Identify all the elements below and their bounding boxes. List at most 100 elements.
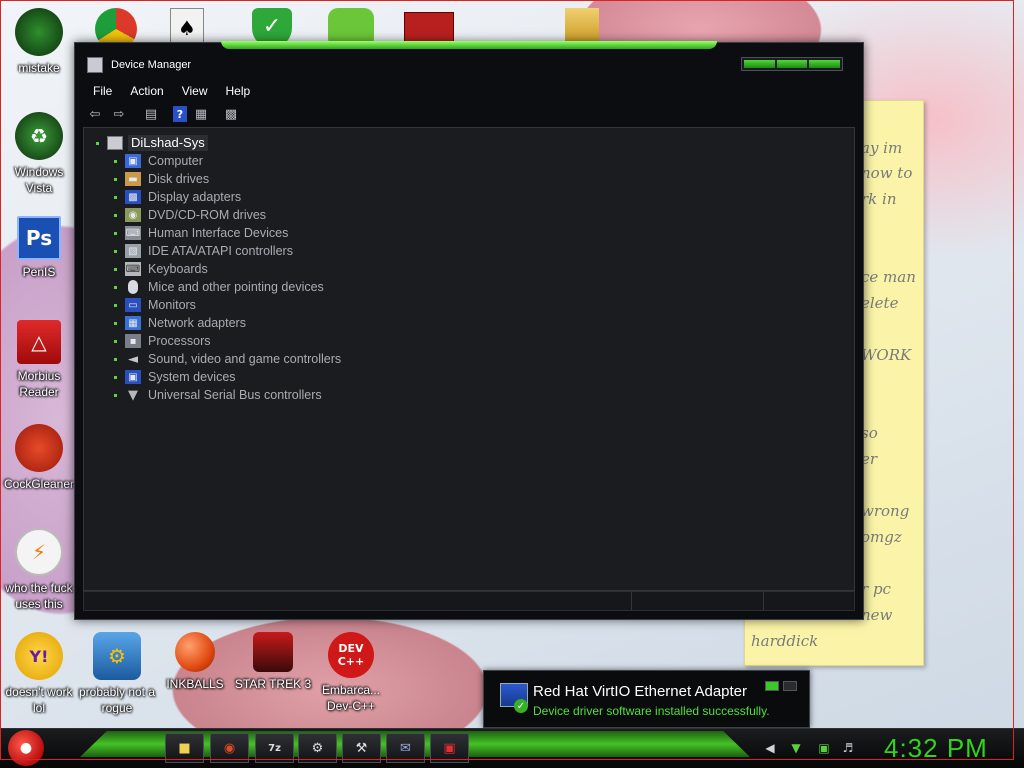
tree-item-monitors[interactable]: ▭ Monitors <box>114 296 196 314</box>
tree-item-computer[interactable]: ▣ Computer <box>114 152 203 170</box>
tree-item-processors[interactable]: ▪ Processors <box>114 332 211 350</box>
speaker-icon: ◄ <box>128 351 138 367</box>
check-icon: ✓ <box>514 699 528 713</box>
maximize-button[interactable] <box>776 60 808 68</box>
help-icon[interactable]: ? <box>173 106 187 122</box>
tree-item-usb[interactable]: ▼ Universal Serial Bus controllers <box>114 386 322 404</box>
status-pane-2 <box>632 592 764 610</box>
desktop-icon-star-trek[interactable]: STAR TREK 3 <box>234 632 312 692</box>
desktop-icon-rogue[interactable]: ⚙ probably not a rogue <box>78 632 156 716</box>
processor-icon: ▪ <box>125 334 141 348</box>
tree-item-label: Human Interface Devices <box>148 226 289 240</box>
tree-item-label: Computer <box>148 154 203 168</box>
tree-item-label: IDE ATA/ATAPI controllers <box>148 244 293 258</box>
start-button[interactable]: ● <box>8 730 44 766</box>
usb-icon: ▼ <box>128 387 138 403</box>
desktop-icon-morbius-reader[interactable]: △ Morbius Reader <box>0 320 78 400</box>
desktop-icon-penis[interactable]: Ps PenIS <box>0 216 78 280</box>
device-tree-panel[interactable]: DiLshad-Sys ▣ Computer ▬ Disk drives ▩ D… <box>83 127 855 591</box>
properties-icon[interactable]: ▤ <box>141 104 161 124</box>
device-install-icon[interactable]: ▼ <box>788 740 804 756</box>
desktop-icon-label: STAR TREK 3 <box>234 677 312 691</box>
sticky-line: WORK <box>861 346 912 364</box>
tree-item-label: Sound, video and game controllers <box>148 352 342 366</box>
recycle-bin-icon: ♻ <box>15 112 63 160</box>
sticky-line: elete <box>861 294 899 312</box>
tree-item-keyboards[interactable]: ⌨ Keyboards <box>114 260 208 278</box>
tree-item-label: Disk drives <box>148 172 210 186</box>
volume-icon[interactable]: ♬ <box>840 740 856 756</box>
notification-balloon[interactable]: ✓ Red Hat VirtIO Ethernet Adapter Device… <box>483 670 810 728</box>
close-button[interactable] <box>809 60 841 68</box>
tree-bullet <box>114 177 117 181</box>
network-icon[interactable]: ▣ <box>816 740 832 756</box>
tree-item-mice[interactable]: Mice and other pointing devices <box>114 278 324 296</box>
tree-item-sound[interactable]: ◄ Sound, video and game controllers <box>114 350 341 368</box>
tree-item-disk-drives[interactable]: ▬ Disk drives <box>114 170 209 188</box>
desktop-icon-windows-vista[interactable]: ♻ Windows Vista <box>0 112 78 196</box>
tree-bullet <box>114 285 117 289</box>
tree-item-label: Mice and other pointing devices <box>148 280 324 294</box>
yahoo-messenger-icon: Y! <box>15 632 63 680</box>
desktop-icon-label: PenIS <box>22 265 56 279</box>
tree-item-dvd-drives[interactable]: ◉ DVD/CD-ROM drives <box>114 206 266 224</box>
7zip-icon[interactable]: 7z <box>255 733 294 763</box>
tree-bullet <box>114 195 117 199</box>
desktop-icon-label: Embarca... Dev-C++ <box>321 683 381 713</box>
tree-root[interactable]: DiLshad-Sys <box>96 134 208 152</box>
chrome-icon[interactable]: ◉ <box>210 733 249 763</box>
star-wars-game-icon <box>253 632 293 672</box>
tree-item-network-adapters[interactable]: ▦ Network adapters <box>114 314 246 332</box>
tree-item-display-adapters[interactable]: ▩ Display adapters <box>114 188 241 206</box>
desktop-icon-label: who the fuck uses this <box>5 581 73 611</box>
tree-item-label: Keyboards <box>148 262 208 276</box>
razer-icon <box>15 8 63 56</box>
network-adapter-icon: ▦ <box>125 316 141 330</box>
forward-icon[interactable]: ⇨ <box>109 104 129 124</box>
menu-help[interactable]: Help <box>218 81 259 101</box>
tree-bullet <box>114 159 117 163</box>
ide-controller-icon: ▧ <box>125 244 141 258</box>
minimize-button[interactable] <box>744 60 775 68</box>
view-icon[interactable]: ▦ <box>191 104 211 124</box>
tree-item-hid[interactable]: ⌨ Human Interface Devices <box>114 224 288 242</box>
status-pane-main <box>84 592 632 610</box>
tree-bullet <box>96 141 99 145</box>
tree-root-label: DiLshad-Sys <box>128 135 208 151</box>
tree-item-system-devices[interactable]: ▣ System devices <box>114 368 236 386</box>
menu-file[interactable]: File <box>85 81 120 101</box>
desktop-icon-devcpp[interactable]: DEV C++ Embarca... Dev-C++ <box>312 632 390 714</box>
explorer-icon[interactable]: ■ <box>165 733 204 763</box>
title-bar[interactable]: Device Manager <box>75 53 863 79</box>
tree-item-label: DVD/CD-ROM drives <box>148 208 267 222</box>
notification-close-button[interactable] <box>783 681 797 691</box>
tree-bullet <box>114 393 117 397</box>
desktop-icon-yahoo[interactable]: Y! doesn't work lol <box>0 632 78 716</box>
desktop-icon-label: Morbius Reader <box>17 369 61 399</box>
desktop-icon-inkballs[interactable]: INKBALLS <box>156 632 234 692</box>
desktop-icon-cockgleaner[interactable]: CockGleaner <box>0 424 78 492</box>
taskbar <box>0 728 1024 768</box>
desktop-icon-mistake[interactable]: mistake <box>0 8 78 76</box>
media-icon[interactable]: ⚙ <box>298 733 337 763</box>
back-icon[interactable]: ⇦ <box>85 104 105 124</box>
cleaner-icon[interactable]: ▣ <box>430 733 469 763</box>
menu-action[interactable]: Action <box>122 81 171 101</box>
menu-view[interactable]: View <box>174 81 216 101</box>
desktop-icon-label: Windows Vista <box>14 165 64 195</box>
tree-item-label: Monitors <box>148 298 196 312</box>
sticky-line: ce man <box>861 268 916 286</box>
tools-icon[interactable]: ⚒ <box>342 733 381 763</box>
status-bar <box>83 591 855 611</box>
notification-options-button[interactable] <box>765 681 779 691</box>
desktop-icon-who-uses-this[interactable]: ⚡ who the fuck uses this <box>0 528 78 612</box>
device-manager-window[interactable]: Device Manager File Action View Help ⇦ ⇨… <box>74 41 864 620</box>
back-arrow-icon[interactable]: ◀ <box>762 740 778 756</box>
disk-drive-icon: ▬ <box>125 172 141 186</box>
notification-message: Device driver software installed success… <box>533 704 770 718</box>
tree-bullet <box>114 231 117 235</box>
scan-hardware-icon[interactable]: ▩ <box>221 104 241 124</box>
tree-item-ide-controllers[interactable]: ▧ IDE ATA/ATAPI controllers <box>114 242 293 260</box>
taskbar-clock[interactable]: 4:32 PM <box>884 733 988 764</box>
mail-icon[interactable]: ✉ <box>386 733 425 763</box>
